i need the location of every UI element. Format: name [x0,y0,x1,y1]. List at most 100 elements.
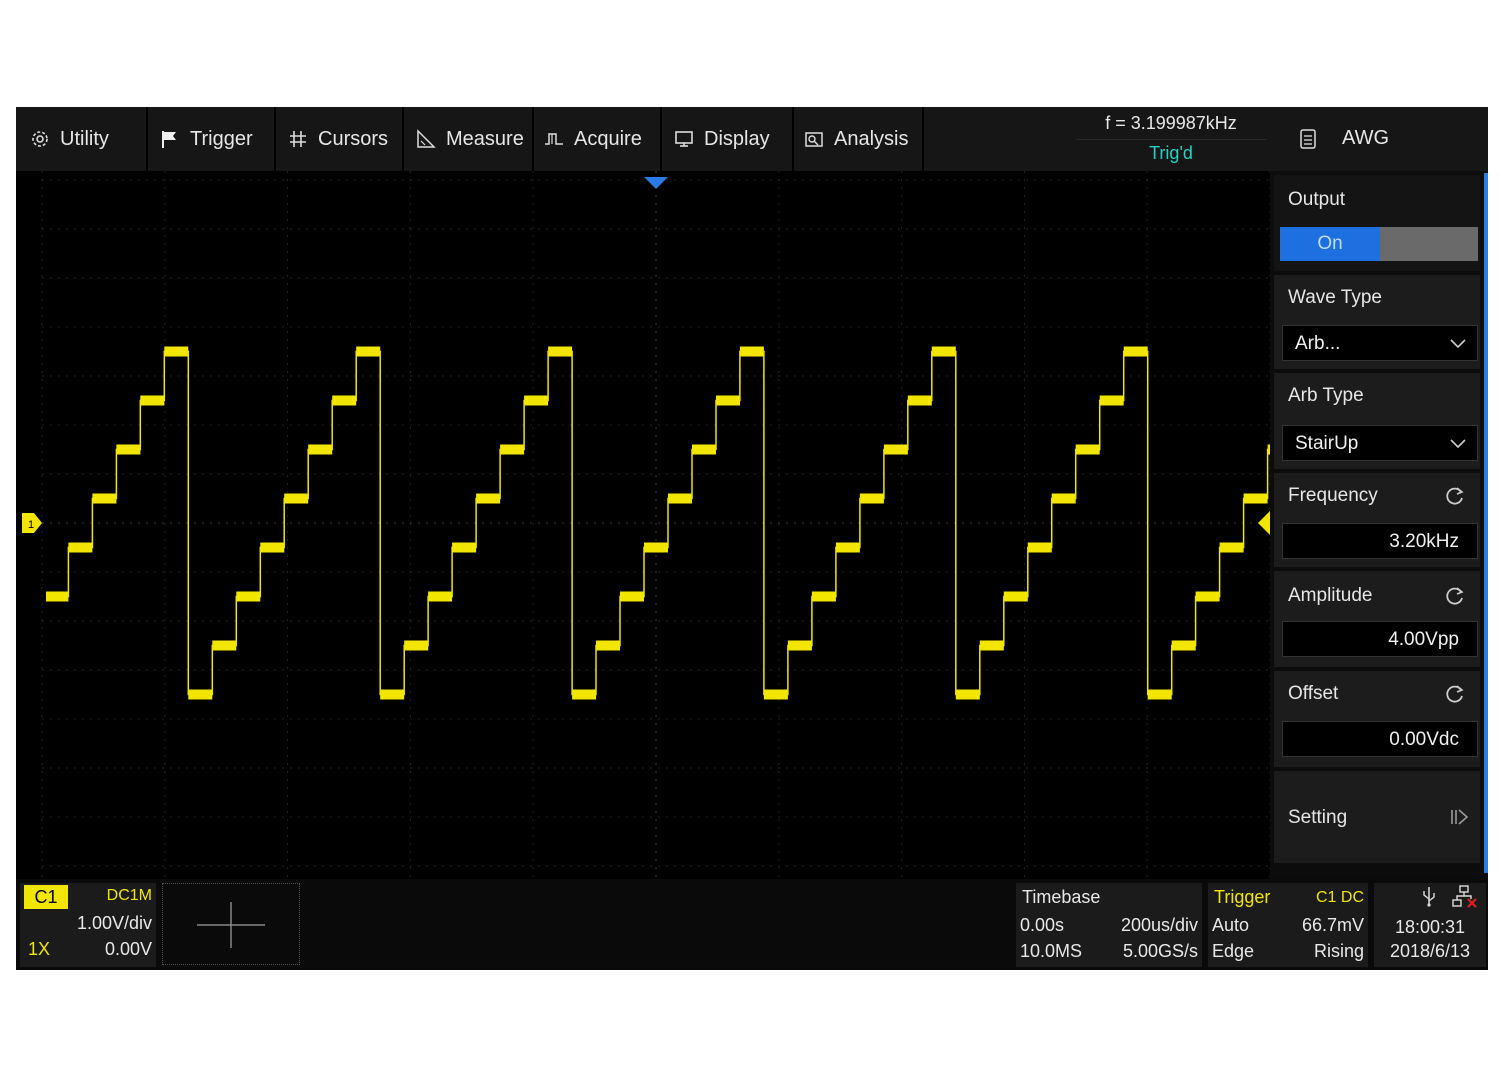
timebase-info[interactable]: Timebase 0.00s 200us/div 10.0MS 5.00GS/s [1016,883,1202,967]
usb-icon [1423,887,1435,907]
trace-step [1099,395,1124,406]
arb-type-select[interactable]: StairUp [1282,425,1478,461]
trigger-status: Trig'd [1149,143,1193,163]
trace-step [572,689,597,700]
trace-step [739,346,764,357]
menu-analysis[interactable]: Analysis [804,107,908,171]
trace-step [236,591,261,602]
trigger-source: C1 DC [1315,889,1364,906]
offset-field[interactable]: 0.00Vdc [1282,721,1478,757]
trace-step [763,689,788,700]
trigger-type: Edge [1212,941,1255,961]
menu-trigger[interactable]: Trigger [160,107,253,171]
trace-step [811,591,836,602]
trace-step [931,346,956,357]
output-label: Output [1288,189,1346,210]
menu-measure[interactable]: Measure [416,107,524,171]
amplitude-section: Amplitude 4.00Vpp [1274,571,1480,667]
amplitude-label: Amplitude [1288,585,1373,606]
timebase-label: Timebase [1022,887,1101,907]
frequency-label: Frequency [1288,485,1378,506]
trigger-slope: Rising [1313,941,1364,961]
menu-cursors-label: Cursors [318,127,389,150]
ruler-icon [417,129,436,148]
trace-step [260,542,285,553]
gear-icon [32,131,48,147]
trace-step [955,689,980,700]
trace-step [835,542,860,553]
amplitude-field[interactable]: 4.00Vpp [1282,621,1478,657]
timebase-scale: 200us/div [1120,915,1198,935]
timebase-delay: 0.00s [1020,915,1065,935]
trace-step [1027,542,1052,553]
add-channel-button[interactable] [162,883,300,965]
trace-step [212,640,237,651]
frequency-counter: f = 3.199987kHz Trig'd [1076,107,1266,171]
trace-step [428,591,453,602]
trace-step [332,395,357,406]
frequency-value: 3.20kHz [1389,531,1459,552]
menu-display[interactable]: Display [674,107,770,171]
document-icon [1300,129,1316,149]
menu-trigger-label: Trigger [190,127,253,150]
awg-panel: AWG Output On Wave Type Arb... Arb Type … [1270,107,1488,879]
setting-button[interactable]: Setting [1274,771,1480,863]
channel-badge: C1 [24,885,68,909]
trace-step [859,493,884,504]
acquire-icon [545,133,563,145]
trace-step [907,395,932,406]
trace-step [548,346,573,357]
reset-icon[interactable] [1444,585,1466,607]
menu-measure-label: Measure [446,127,524,150]
channel-coupling: DC1M [106,887,152,904]
chevron-down-icon [1450,439,1466,449]
trigger-mode: Auto [1212,915,1250,935]
wave-type-label: Wave Type [1288,287,1382,308]
menu-cursors[interactable]: Cursors [288,107,388,171]
trigger-position-marker[interactable] [644,177,668,189]
trace-step [68,542,93,553]
menu-display-label: Display [704,127,770,150]
clock-time: 18:00:31 [1394,917,1466,937]
trace-step [476,493,501,504]
trace-step [46,591,69,602]
reset-icon[interactable] [1444,485,1466,507]
amplitude-value: 4.00Vpp [1388,629,1459,650]
reset-icon[interactable] [1444,683,1466,705]
trace-step [1003,591,1028,602]
output-toggle[interactable]: On [1280,227,1478,261]
menu-acquire[interactable]: Acquire [544,107,642,171]
trace-step [524,395,549,406]
trace-step [620,591,644,602]
chevron-down-icon [1450,339,1466,349]
menu-analysis-label: Analysis [834,127,909,150]
channel-1-info[interactable]: C1 DC1M 1.00V/div 1X 0.00V [20,883,156,967]
trigger-info[interactable]: Trigger C1 DC Auto 66.7mV Edge Rising [1208,883,1368,967]
trigger-level-marker[interactable] [1258,511,1270,535]
offset-section: Offset 0.00Vdc [1274,671,1480,767]
status-bar: C1 DC1M 1.00V/div 1X 0.00V Timebase 0.00… [16,879,1488,970]
trace-step [92,493,117,504]
plus-icon [197,902,265,948]
trace-step [596,640,620,651]
trace-step [692,444,716,455]
menu-utility[interactable]: Utility [30,107,109,171]
channel-scale: 1.00V/div [76,913,152,933]
channel-marker-label: 1 [28,519,34,531]
wave-type-select[interactable]: Arb... [1282,325,1478,361]
panel-scrollbar[interactable] [1484,173,1488,873]
output-section: Output On [1274,175,1480,271]
trace-step [1195,591,1220,602]
system-status: 18:00:31 2018/6/13 [1374,883,1486,967]
trace-step [883,444,908,455]
hash-icon [290,131,306,147]
trace-step [1147,689,1172,700]
frequency-field[interactable]: 3.20kHz [1282,523,1478,559]
trace-step [1171,640,1196,651]
waveform-display[interactable]: 1 [16,171,1272,879]
trace-step [500,444,525,455]
channel-offset-marker[interactable]: 1 [22,513,42,533]
frequency-section: Frequency 3.20kHz [1274,473,1480,567]
awg-header: AWG [1270,107,1488,171]
output-on-label: On [1280,227,1380,261]
